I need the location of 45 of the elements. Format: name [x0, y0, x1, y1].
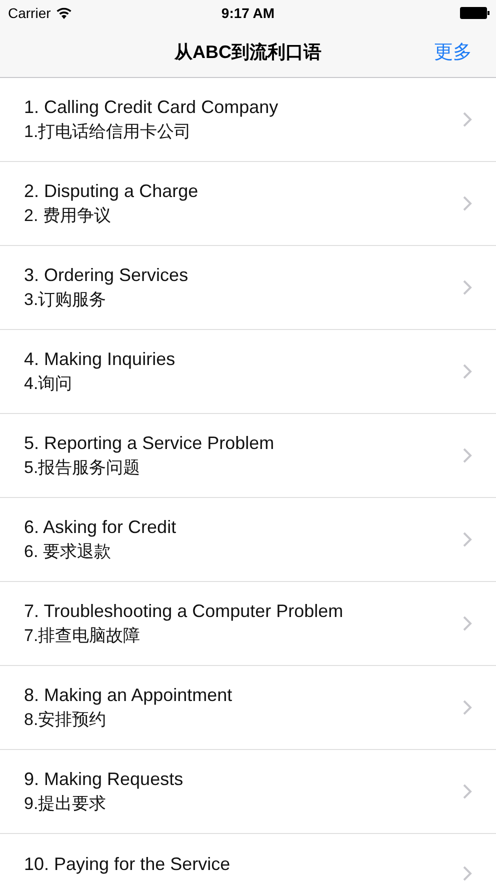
item-title: 7. Troubleshooting a Computer Problem	[24, 600, 344, 622]
chevron-icon	[463, 700, 472, 715]
item-subtitle: 2. 费用争议	[24, 204, 112, 226]
item-title: 5. Reporting a Service Problem	[24, 432, 276, 454]
more-button[interactable]: 更多	[434, 38, 472, 64]
item-subtitle: 8.安排预约	[24, 708, 108, 730]
wifi-icon	[56, 7, 72, 19]
carrier-label: Carrier	[8, 5, 51, 21]
item-subtitle: 5.报告服务问题	[24, 456, 142, 478]
item-title: 4. Making Inquiries	[24, 348, 176, 370]
chevron-icon	[463, 448, 472, 463]
item-subtitle: 9.提出要求	[24, 792, 108, 814]
list-item[interactable]: 10. Paying for the Service	[0, 834, 496, 882]
list-item[interactable]: 1. Calling Credit Card Company 1.打电话给信用卡公司	[0, 78, 496, 162]
item-title: 9. Making Requests	[24, 768, 184, 790]
list-item[interactable]: 8. Making an Appointment 8.安排预约	[0, 666, 496, 750]
battery-icon	[460, 7, 490, 19]
list-item[interactable]: 6. Asking for Credit 6. 要求退款	[0, 498, 496, 582]
item-title: 6. Asking for Credit	[24, 516, 178, 538]
chevron-icon	[463, 196, 472, 211]
chevron-icon	[463, 532, 472, 547]
item-title: 2. Disputing a Charge	[24, 180, 200, 202]
status-time: 9:17 AM	[221, 5, 275, 21]
item-subtitle: 7.排查电脑故障	[24, 624, 142, 646]
list-item[interactable]: 2. Disputing a Charge 2. 费用争议	[0, 162, 496, 246]
item-title: 1. Calling Credit Card Company	[24, 96, 280, 118]
item-subtitle: 3.订购服务	[24, 288, 108, 310]
list-item[interactable]: 4. Making Inquiries 4.询问	[0, 330, 496, 414]
item-subtitle: 1.打电话给信用卡公司	[24, 120, 192, 142]
chevron-icon	[463, 112, 472, 127]
list-item[interactable]: 9. Making Requests 9.提出要求	[0, 750, 496, 834]
chevron-icon	[463, 280, 472, 295]
chevron-icon	[463, 364, 472, 379]
item-title: 10. Paying for the Service	[24, 854, 232, 875]
item-title: 3. Ordering Services	[24, 264, 190, 286]
chevron-icon	[463, 784, 472, 799]
list-item[interactable]: 5. Reporting a Service Problem 5.报告服务问题	[0, 414, 496, 498]
nav-title: 从ABC到流利口语	[174, 40, 322, 64]
item-subtitle: 6. 要求退款	[24, 540, 112, 562]
list-item[interactable]: 3. Ordering Services 3.订购服务	[0, 246, 496, 330]
item-title: 8. Making an Appointment	[24, 684, 234, 706]
item-subtitle: 4.询问	[24, 372, 74, 394]
chevron-icon	[463, 866, 472, 881]
chevron-icon	[463, 616, 472, 631]
list-item[interactable]: 7. Troubleshooting a Computer Problem 7.排查电脑故障	[0, 582, 496, 666]
